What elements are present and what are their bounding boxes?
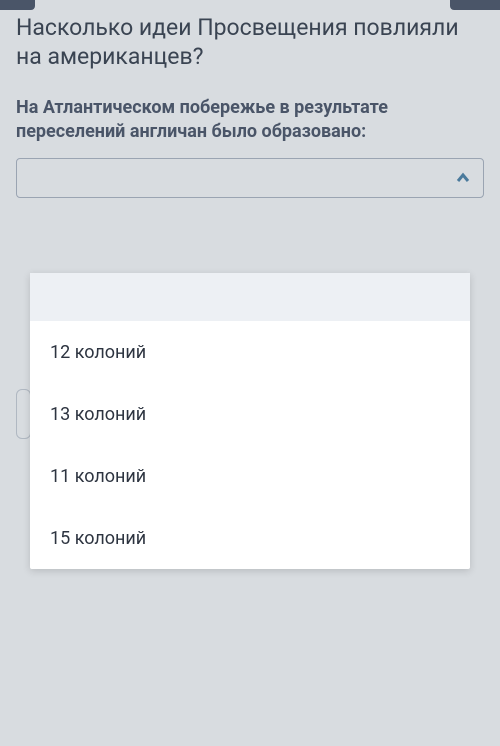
dropdown-list: 12 колоний 13 колоний 11 колоний 15 коло… bbox=[30, 273, 470, 569]
button-fragment bbox=[16, 389, 31, 439]
top-bar-right bbox=[450, 0, 500, 10]
chevron-up-icon bbox=[453, 168, 473, 188]
question-text: На Атлантическом побережье в результате … bbox=[16, 96, 484, 145]
page-title: Насколько идеи Просвещения повлияли на а… bbox=[16, 14, 484, 72]
content-area: Насколько идеи Просвещения повлияли на а… bbox=[0, 0, 500, 212]
dropdown-option[interactable]: 11 колоний bbox=[30, 445, 470, 507]
dropdown-option[interactable]: 15 колоний bbox=[30, 507, 470, 569]
answer-select[interactable] bbox=[16, 158, 484, 198]
dropdown-option[interactable]: 12 колоний bbox=[30, 321, 470, 383]
top-bar-left bbox=[0, 0, 35, 10]
dropdown-header bbox=[30, 273, 470, 321]
dropdown-option[interactable]: 13 колоний bbox=[30, 383, 470, 445]
